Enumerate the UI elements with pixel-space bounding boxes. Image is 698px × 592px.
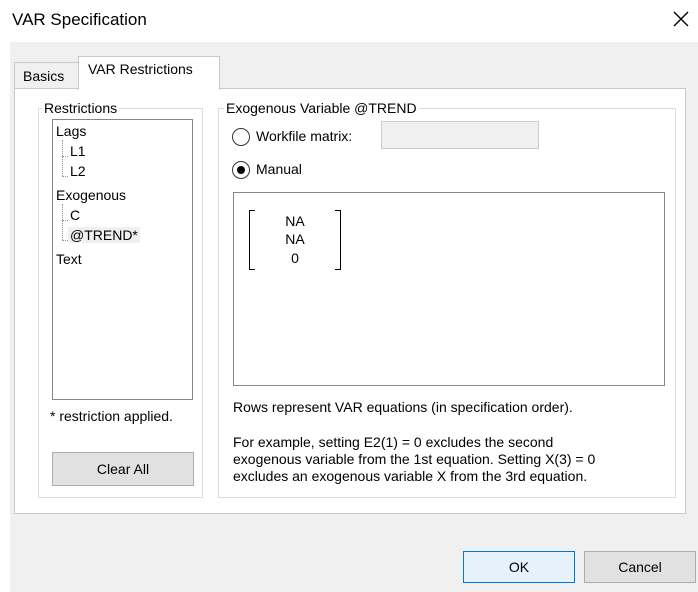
- restrictions-tree[interactable]: Lags L1 L2 Exogenous C @TREND* Text: [52, 119, 193, 400]
- tree-branch-l1: [62, 156, 68, 157]
- restriction-note: * restriction applied.: [50, 408, 173, 424]
- exogenous-group-label: Exogenous Variable @TREND: [224, 100, 419, 116]
- tree-line-lags: [62, 140, 63, 176]
- ok-button[interactable]: OK: [463, 551, 575, 583]
- matrix-right-bracket: [335, 210, 341, 270]
- tab-var-restrictions[interactable]: VAR Restrictions: [78, 56, 220, 90]
- cancel-button[interactable]: Cancel: [584, 551, 696, 583]
- restrictions-group-label: Restrictions: [42, 100, 120, 116]
- info-rows-represent: Rows represent VAR equations (in specifi…: [233, 399, 573, 415]
- manual-label: Manual: [256, 161, 302, 177]
- tree-branch-c: [62, 220, 68, 221]
- title-bar: VAR Specification: [0, 0, 698, 42]
- info-example-line1: For example, setting E2(1) = 0 excludes …: [233, 434, 554, 450]
- tree-line-exogenous: [62, 204, 63, 240]
- manual-radio-dot: [237, 166, 245, 174]
- matrix-cell[interactable]: 0: [275, 250, 315, 266]
- info-example-line2: exogenous variable from the 1st equation…: [233, 451, 596, 467]
- tab-basics[interactable]: Basics: [14, 62, 80, 89]
- tree-item-text[interactable]: Text: [56, 251, 82, 267]
- tree-item-exogenous[interactable]: Exogenous: [56, 187, 126, 203]
- workfile-matrix-radio[interactable]: [232, 128, 250, 146]
- tree-item-l2[interactable]: L2: [70, 163, 86, 179]
- matrix-cell[interactable]: NA: [275, 213, 315, 229]
- clear-all-button[interactable]: Clear All: [52, 452, 194, 486]
- tree-item-l1[interactable]: L1: [70, 143, 86, 159]
- manual-radio[interactable]: [232, 161, 250, 179]
- tree-branch-l2: [62, 176, 68, 177]
- workfile-matrix-label: Workfile matrix:: [256, 128, 353, 144]
- workfile-matrix-input[interactable]: [381, 121, 539, 149]
- window-title: VAR Specification: [12, 10, 147, 29]
- matrix-cell[interactable]: NA: [275, 231, 315, 247]
- tree-item-c[interactable]: C: [70, 207, 80, 223]
- close-icon[interactable]: [672, 10, 692, 30]
- tree-item-trend[interactable]: @TREND*: [68, 227, 140, 243]
- tab-basics-label: Basics: [23, 68, 65, 84]
- tree-item-lags[interactable]: Lags: [56, 123, 86, 139]
- tab-var-restrictions-label: VAR Restrictions: [88, 61, 193, 77]
- matrix-left-bracket: [249, 210, 255, 270]
- info-example-line3: excludes an exogenous variable X from th…: [233, 468, 588, 484]
